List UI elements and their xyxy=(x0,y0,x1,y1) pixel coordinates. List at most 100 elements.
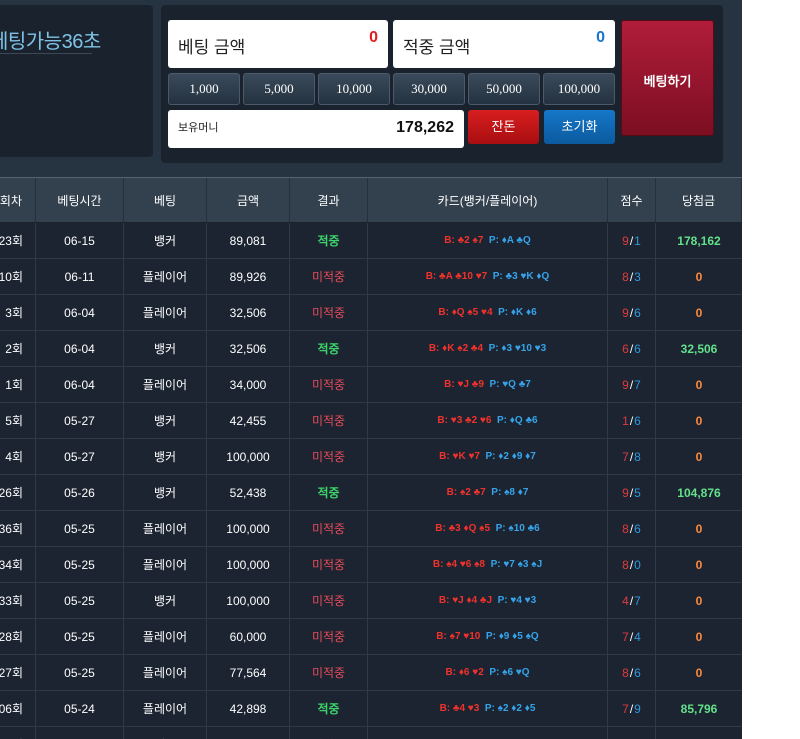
bet-side-cell: 뱅커 xyxy=(124,439,207,474)
amount-cell: 100,000 xyxy=(207,439,290,474)
player-cards: ♠8 ♦7 xyxy=(504,487,529,498)
score-cell: 8/6 xyxy=(608,727,656,739)
table-row: 1회 06-04 플레이어 34,000 미적중 B: ♥J ♣9 P: ♥Q ♣7 9/7… xyxy=(0,367,742,403)
payout-cell: 0 xyxy=(695,521,703,536)
round-cell: 2회 xyxy=(0,331,36,366)
payout-cell: 178,162 xyxy=(677,233,721,248)
cards-cell: B: ♠2 ♣7 P: ♠8 ♦7 xyxy=(368,475,608,510)
player-prefix: P: xyxy=(497,415,507,426)
table-row: 4회 05-27 뱅커 100,000 미적중 B: ♥K ♥7 P: ♦2 ♦9 ♦7 7… xyxy=(0,439,742,475)
player-cards: ♠6 ♥Q xyxy=(502,667,530,678)
bet-side-cell: 플레이어 xyxy=(124,367,207,402)
change-button[interactable]: 잔돈 xyxy=(468,110,539,144)
table-row: 34회 05-25 플레이어 100,000 미적중 B: ♠4 ♥6 ♠8 P: ♥7 … xyxy=(0,547,742,583)
cards-cell: B: ♥J ♣9 P: ♥Q ♣7 xyxy=(368,367,608,402)
banker-cards: ♠7 ♥10 xyxy=(449,631,481,642)
table-row: 27회 05-25 플레이어 77,564 미적중 B: ♦6 ♥2 P: ♠6 ♥Q 8/… xyxy=(0,655,742,691)
chip-button-10000[interactable]: 10,000 xyxy=(318,73,390,105)
header-amount: 금액 xyxy=(207,178,290,222)
payout-cell: 0 xyxy=(695,629,703,644)
player-cards: ♦3 ♥10 ♥3 xyxy=(501,343,547,354)
payout-cell: 0 xyxy=(695,593,703,608)
score-cell: 9/5 xyxy=(608,475,656,510)
banker-prefix: B: xyxy=(444,379,455,390)
payout-cell: 0 xyxy=(695,305,703,320)
banker-score: 9 xyxy=(622,485,629,500)
banker-score: 7 xyxy=(622,629,629,644)
score-separator: / xyxy=(629,269,634,284)
round-cell: 4회 xyxy=(0,439,36,474)
time-cell: 05-24 xyxy=(36,691,124,726)
score-separator: / xyxy=(629,629,634,644)
table-row: 2회 06-04 뱅커 32,506 적중 B: ♦K ♠2 ♣4 P: ♦3 ♥10 ♥… xyxy=(0,331,742,367)
player-cards: ♥7 ♠3 ♠J xyxy=(503,559,543,570)
player-score: 1 xyxy=(634,233,641,248)
round-cell: 27회 xyxy=(0,655,36,690)
score-separator: / xyxy=(629,557,634,572)
bet-amount-value: 0 xyxy=(369,29,378,46)
win-amount-label: 적중 금액 xyxy=(403,38,471,57)
table-row: 3회 06-04 플레이어 32,506 미적중 B: ♦Q ♠5 ♥4 P: ♦K ♦6… xyxy=(0,295,742,331)
player-score: 5 xyxy=(634,485,641,500)
reset-button[interactable]: 초기화 xyxy=(544,110,615,144)
result-cell: 적중 xyxy=(290,691,368,726)
player-prefix: P: xyxy=(490,559,501,570)
player-cards: ♦2 ♦9 ♦7 xyxy=(498,451,536,462)
score-separator: / xyxy=(629,413,634,428)
chip-button-5000[interactable]: 5,000 xyxy=(243,73,315,105)
banker-score: 9 xyxy=(622,305,629,320)
round-cell: 06회 xyxy=(0,691,36,726)
score-cell: 6/6 xyxy=(608,331,656,366)
chip-button-30000[interactable]: 30,000 xyxy=(393,73,465,105)
banker-cards: ♦6 ♥2 xyxy=(458,667,484,678)
table-row: 10회 06-11 플레이어 89,926 미적중 B: ♣A ♣10 ♥7 P: ♣3 … xyxy=(0,259,742,295)
place-bet-button[interactable]: 베팅하기 xyxy=(621,20,714,136)
round-cell: 1회 xyxy=(0,367,36,402)
banker-prefix: B: xyxy=(438,595,450,606)
round-cell: 1회 xyxy=(0,727,36,739)
banker-score: 9 xyxy=(622,377,629,392)
result-cell: 적중 xyxy=(290,331,368,366)
banker-prefix: B: xyxy=(428,343,440,354)
result-cell: 미적중 xyxy=(290,511,368,546)
bet-side-cell: 플레이어 xyxy=(124,727,207,739)
amount-cell: 89,081 xyxy=(207,223,290,258)
cards-cell: B: ♣2 ♠7 P: ♦A ♣Q xyxy=(368,223,608,258)
amount-cell: 89,926 xyxy=(207,259,290,294)
chip-button-100000[interactable]: 100,000 xyxy=(543,73,615,105)
player-score: 4 xyxy=(634,629,641,644)
cards-cell: B: ♦Q ♠5 ♥4 P: ♦K ♦6 xyxy=(368,295,608,330)
player-cards: ♣3 ♥K ♦Q xyxy=(505,271,550,282)
table-row: 33회 05-25 뱅커 100,000 미적중 B: ♥J ♦4 ♣J P: ♥4 ♥3… xyxy=(0,583,742,619)
banker-prefix: B: xyxy=(438,307,449,318)
bet-side-cell: 플레이어 xyxy=(124,511,207,546)
table-row: 36회 05-25 플레이어 100,000 미적중 B: ♣3 ♦Q ♠5 P: ♠10… xyxy=(0,511,742,547)
time-cell: 05-25 xyxy=(36,511,124,546)
bet-side-cell: 플레이어 xyxy=(124,295,207,330)
bet-side-cell: 플레이어 xyxy=(124,655,207,690)
bet-side-cell: 플레이어 xyxy=(124,691,207,726)
banker-cards: ♠2 ♣7 xyxy=(459,487,486,498)
banker-prefix: B: xyxy=(445,667,457,678)
player-score: 9 xyxy=(634,701,641,716)
player-score: 6 xyxy=(634,521,641,536)
payout-cell: 0 xyxy=(695,449,703,464)
chip-button-50000[interactable]: 50,000 xyxy=(468,73,540,105)
win-amount-value: 0 xyxy=(596,29,605,46)
player-prefix: P: xyxy=(484,703,495,714)
time-cell: 06-04 xyxy=(36,295,124,330)
bet-side-cell: 플레이어 xyxy=(124,259,207,294)
result-cell: 미적중 xyxy=(290,295,368,330)
player-prefix: P: xyxy=(485,451,496,462)
score-cell: 7/4 xyxy=(608,619,656,654)
banker-cards: ♣4 ♥3 xyxy=(452,703,480,714)
payout-cell: 85,796 xyxy=(680,701,718,716)
round-cell: 34회 xyxy=(0,547,36,582)
bet-side-cell: 뱅커 xyxy=(124,223,207,258)
balance-value: 178,262 xyxy=(396,119,454,136)
table-row: 1회05-20플레이어27,834미적중B: ♥5 ♦3 P: ♦6 ♦K8/6… xyxy=(0,727,742,739)
table-body: 23회 06-15 뱅커 89,081 적중 B: ♣2 ♠7 P: ♦A ♣Q 9/1 17… xyxy=(0,223,742,739)
chip-button-1000[interactable]: 1,000 xyxy=(168,73,240,105)
player-cards: ♦9 ♦5 ♠Q xyxy=(498,631,539,642)
amount-cell: 60,000 xyxy=(207,619,290,654)
